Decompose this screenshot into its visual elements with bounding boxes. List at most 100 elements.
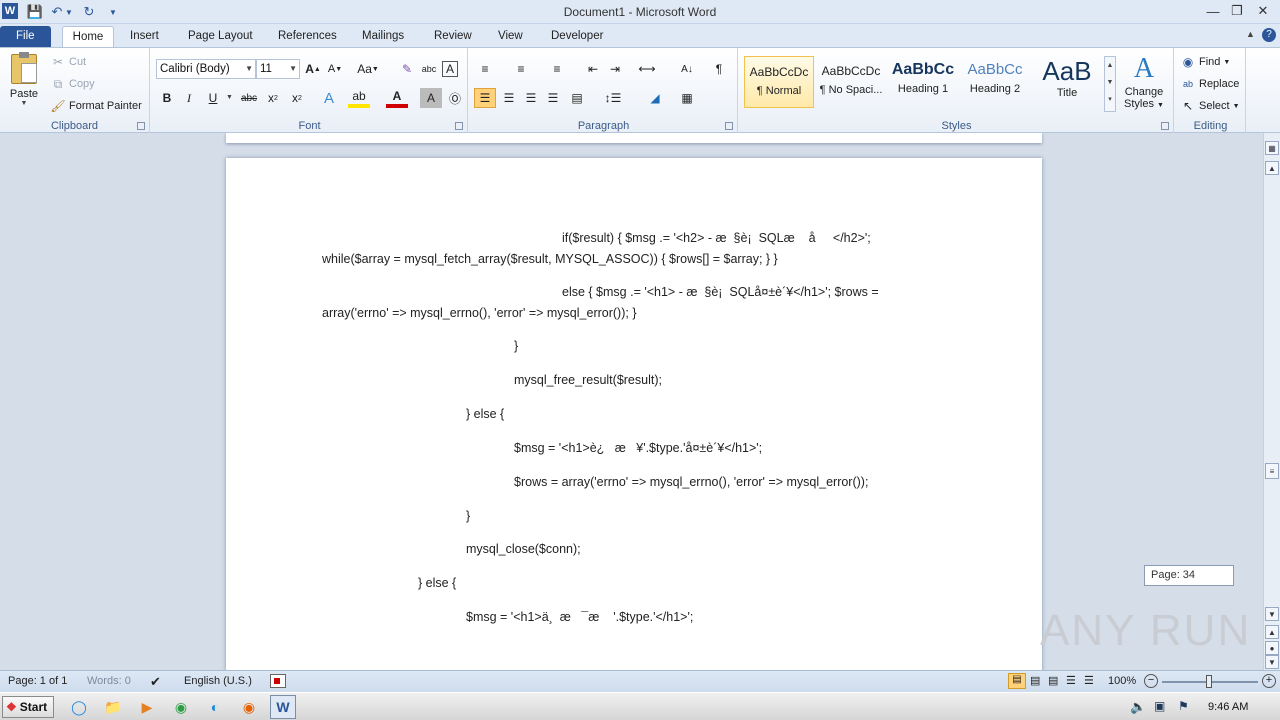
enclose-characters-icon[interactable]: Ⓞ [444,88,466,108]
cut-button[interactable]: ✂ Cut [50,54,86,70]
paste-button[interactable]: Paste ▼ [6,52,42,112]
underline-dropdown-icon[interactable]: ▼ [226,94,233,101]
media-player-icon[interactable]: ▶ [134,696,160,718]
phonetic-guide-icon[interactable]: abc [418,59,440,79]
document-page[interactable]: if($result) { $msg .= '<h2> - æ §è¡ SQLæ… [226,158,1042,670]
chrome-icon[interactable]: ◉ [168,696,194,718]
scroll-down-icon[interactable]: ▼ [1265,607,1279,621]
align-left-button[interactable]: ☰ [474,88,496,108]
increase-indent-icon[interactable]: ⇥ [604,59,626,79]
styles-gallery-scroll[interactable]: ▲ ▼ ▾ [1104,56,1116,112]
previous-page-icon[interactable]: ▲ [1265,625,1279,639]
shading-icon[interactable]: ◢ [644,88,666,108]
select-button[interactable]: ↖ Select ▼ [1180,98,1240,114]
internet-explorer-icon[interactable]: ◯ [66,696,92,718]
close-button[interactable]: ✕ [1252,2,1274,20]
status-page[interactable]: Page: 1 of 1 [8,675,67,687]
start-button[interactable]: ❖ Start [2,696,54,718]
help-icon[interactable]: ? [1262,28,1276,42]
firefox-icon[interactable]: ◉ [236,696,262,718]
align-right-button[interactable]: ☰ [520,88,542,108]
multilevel-list-icon[interactable]: ≡ [546,59,568,79]
justify-button[interactable]: ☰ [542,88,564,108]
tab-file[interactable]: File [0,26,51,48]
macro-recording-icon[interactable] [270,674,286,688]
tab-insert[interactable]: Insert [122,26,167,48]
file-explorer-icon[interactable]: 📁 [100,696,126,718]
shrink-font-icon[interactable]: A ▼ [324,59,346,79]
character-border-icon[interactable]: A [442,61,458,77]
zoom-slider-thumb[interactable] [1206,675,1212,688]
italic-button[interactable]: I [178,88,200,108]
font-size-combo[interactable]: 11 ▼ [256,59,300,79]
full-screen-reading-icon[interactable]: ▤ [1030,674,1040,687]
tab-home[interactable]: Home [62,26,114,48]
outline-icon[interactable]: ☰ [1066,674,1076,687]
style-normal[interactable]: AaBbCcDc ¶ Normal [744,56,814,108]
clipboard-launcher-icon[interactable] [137,122,145,130]
tab-review[interactable]: Review [426,26,480,48]
tab-developer[interactable]: Developer [543,26,611,48]
font-name-combo[interactable]: Calibri (Body) ▼ [156,59,256,79]
align-center-button[interactable]: ☰ [498,88,520,108]
scroll-up-icon[interactable]: ▲ [1265,161,1279,175]
style-title[interactable]: AaB Title [1032,56,1102,108]
bold-button[interactable]: B [156,88,178,108]
word-taskbar-icon[interactable]: W [270,695,296,719]
clock[interactable]: 9:46 AM [1208,701,1248,713]
zoom-out-icon[interactable]: − [1144,674,1158,688]
line-spacing-icon[interactable]: ↕☰ [602,88,624,108]
vertical-scrollbar[interactable]: ▦ ▲ ≡ ▼ ▲ ● ▼ [1263,133,1280,670]
minimize-button[interactable]: — [1202,2,1224,20]
subscript-button[interactable]: x2 [262,88,284,108]
zoom-in-icon[interactable]: + [1262,674,1276,688]
style-heading-2[interactable]: AaBbCc Heading 2 [960,56,1030,108]
font-launcher-icon[interactable] [455,122,463,130]
status-language[interactable]: English (U.S.) [184,675,252,687]
scroll-thumb[interactable]: ≡ [1265,463,1279,479]
style-no-spacing[interactable]: AaBbCcDc ¶ No Spaci... [816,56,886,108]
underline-button[interactable]: U [202,88,224,108]
decrease-indent-icon[interactable]: ⇤ [582,59,604,79]
change-styles-button[interactable]: A Change Styles ▼ [1120,52,1168,110]
web-layout-icon[interactable]: ▤ [1048,674,1058,687]
change-case-icon[interactable]: Aa ▼ [354,59,382,79]
highlight-color-icon[interactable]: ab [348,88,370,108]
browse-object-icon[interactable]: ● [1265,641,1279,655]
draft-icon[interactable]: ☰ [1084,674,1094,687]
status-words[interactable]: Words: 0 [87,675,131,687]
strikethrough-button[interactable]: abc [238,88,260,108]
numbering-icon[interactable]: ≡ [510,59,532,79]
asian-layout-icon[interactable]: ⟷ [636,59,658,79]
find-button[interactable]: ◉ Find ▼ [1180,54,1231,70]
paragraph-launcher-icon[interactable] [725,122,733,130]
ruler-toggle-icon[interactable]: ▦ [1265,141,1279,155]
next-page-icon[interactable]: ▼ [1265,655,1279,669]
superscript-button[interactable]: x2 [286,88,308,108]
zoom-level[interactable]: 100% [1108,675,1136,687]
bullets-icon[interactable]: ≡ [474,59,496,79]
format-painter-button[interactable]: 🖌 Format Painter [50,98,141,114]
clear-formatting-icon[interactable]: ✎ [396,59,418,79]
style-heading-1[interactable]: AaBbCc Heading 1 [888,56,958,108]
copy-button[interactable]: ⧉ Copy [50,76,95,92]
tab-view[interactable]: View [490,26,531,48]
volume-icon[interactable]: 🔈 [1130,699,1146,715]
text-effects-icon[interactable]: A [318,88,340,108]
ribbon-collapse-icon[interactable]: ▲ [1246,29,1255,39]
sort-icon[interactable]: A↓ [676,59,698,79]
tab-references[interactable]: References [270,26,345,48]
print-layout-icon[interactable]: ▤ [1008,673,1026,689]
proofing-icon[interactable]: ✔ [150,674,161,690]
edge-icon[interactable]: ◐ [202,696,228,718]
tab-mailings[interactable]: Mailings [354,26,412,48]
borders-icon[interactable]: ▦ [676,88,698,108]
flag-icon[interactable]: ⚑ [1178,699,1189,713]
styles-launcher-icon[interactable] [1161,122,1169,130]
character-shading-icon[interactable]: A [420,88,442,108]
grow-font-icon[interactable]: A ▲ [302,59,324,79]
maximize-button[interactable]: ❐ [1226,2,1248,20]
network-icon[interactable]: ▣ [1154,699,1165,713]
font-color-icon[interactable]: A [386,88,408,108]
show-formatting-icon[interactable]: ¶ [708,59,730,79]
